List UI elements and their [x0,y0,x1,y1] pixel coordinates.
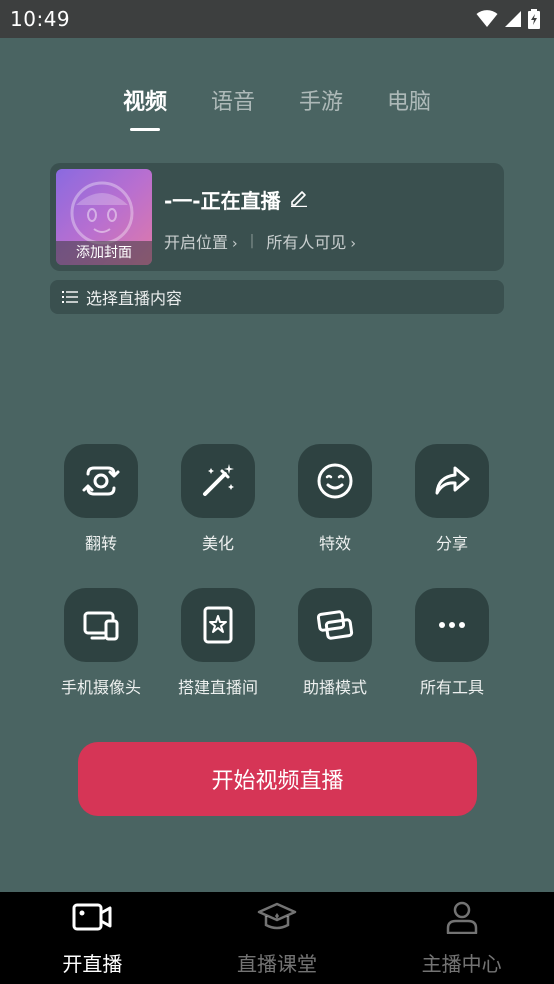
tool-beautify[interactable]: 美化 [163,444,273,554]
tool-label: 搭建直播间 [177,678,258,697]
phone-camera-icon [83,611,119,641]
list-icon [62,291,78,303]
stream-meta-row: 开启位置 › | 所有人可见 › [164,229,356,253]
phone-camera-button[interactable] [64,588,138,662]
add-cover-label[interactable]: 添加封面 [56,241,152,265]
graduation-cap-icon [257,902,297,930]
stream-title-row[interactable]: -一-正在直播 [164,185,309,214]
nav-label: 直播课堂 [236,952,317,976]
mode-tabs: 视频 语音 手游 电脑 [0,84,554,116]
face-effect-icon [317,463,353,499]
magic-wand-icon [203,464,234,496]
visibility-toggle[interactable]: 所有人可见 › [266,229,356,253]
assist-mode-icon [316,610,354,640]
chevron-right-icon: › [232,236,238,252]
tool-label: 分享 [435,534,468,553]
cover-image[interactable]: 添加封面 [56,169,152,265]
tool-label: 翻转 [84,534,117,553]
start-video-live-button[interactable]: 开始视频直播 [78,742,477,816]
select-content-button[interactable]: 选择直播内容 [50,280,504,314]
location-toggle[interactable]: 开启位置 › [164,229,238,253]
edit-icon[interactable] [289,187,309,212]
tool-label: 特效 [318,534,351,553]
beautify-button[interactable] [181,444,255,518]
stream-title: -一-正在直播 [164,189,281,213]
tab-pc[interactable]: 电脑 [387,84,431,116]
share-button[interactable] [415,444,489,518]
video-camera-icon [72,903,112,931]
status-bar: 10:49 [0,0,554,38]
nav-item-anchor-center[interactable]: 主播中心 [392,892,532,977]
tool-share[interactable]: 分享 [397,444,507,554]
meta-divider: | [249,233,255,249]
room-setup-icon [203,606,233,644]
effects-button[interactable] [298,444,372,518]
tool-all-tools[interactable]: 所有工具 [397,588,507,698]
more-icon [439,622,465,628]
tool-effects[interactable]: 特效 [280,444,390,554]
nav-label: 开直播 [62,952,123,976]
share-icon [435,466,470,495]
tool-label: 美化 [201,534,234,553]
tab-voice[interactable]: 语音 [211,84,255,116]
select-content-label: 选择直播内容 [86,289,183,308]
tool-flip[interactable]: 翻转 [46,444,156,554]
tool-label: 助播模式 [302,678,367,697]
nav-item-go-live[interactable]: 开直播 [22,892,162,977]
person-icon [446,901,477,934]
nav-item-live-class[interactable]: 直播课堂 [207,892,347,977]
tool-label: 所有工具 [419,678,484,697]
tab-video[interactable]: 视频 [123,84,167,116]
chevron-right-icon: › [350,236,356,252]
flip-button[interactable] [64,444,138,518]
tab-mobile-game[interactable]: 手游 [299,84,343,116]
wifi-icon [476,10,498,28]
all-tools-button[interactable] [415,588,489,662]
camera-flip-icon [82,466,120,496]
status-icons [476,9,540,29]
location-label: 开启位置 [164,233,229,252]
room-setup-button[interactable] [181,588,255,662]
status-time: 10:49 [10,7,71,31]
battery-icon [528,9,540,29]
tool-room-setup[interactable]: 搭建直播间 [163,588,273,698]
tool-assist-mode[interactable]: 助播模式 [280,588,390,698]
tool-phone-camera[interactable]: 手机摄像头 [46,588,156,698]
bottom-nav: 开直播 直播课堂 主播中心 [0,892,554,984]
signal-icon [504,10,522,28]
assist-mode-button[interactable] [298,588,372,662]
nav-label: 主播中心 [421,952,502,976]
tool-label: 手机摄像头 [60,678,141,697]
stream-info-card: 添加封面 -一-正在直播 开启位置 › | 所有人可见 › [50,163,504,271]
visibility-label: 所有人可见 [266,233,347,252]
